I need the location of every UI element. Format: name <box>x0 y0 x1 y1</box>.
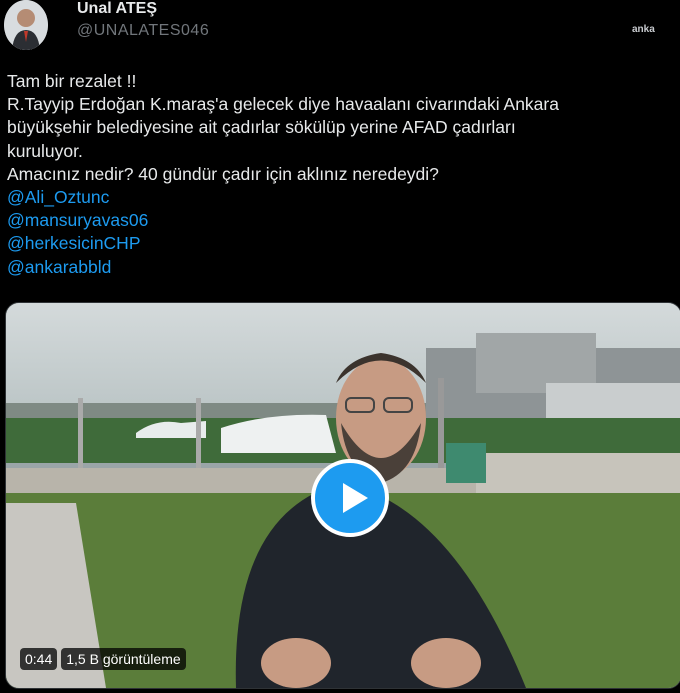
anka-logo: anka <box>632 24 655 35</box>
video-duration: 0:44 <box>20 648 58 670</box>
tweet-text: Tam bir rezalet !! R.Tayyip Erdoğan K.ma… <box>7 70 672 279</box>
play-button[interactable] <box>311 459 389 537</box>
view-count: 1,5 B görüntüleme <box>61 648 186 670</box>
mention-link[interactable]: @Ali_Oztunc <box>7 186 672 209</box>
avatar[interactable] <box>4 0 48 50</box>
video-player[interactable]: 0:44 1,5 B görüntüleme <box>5 302 680 689</box>
author-name[interactable]: Unal ATEŞ <box>77 0 157 18</box>
mention-link[interactable]: @ankarabbld <box>7 256 672 279</box>
tweet-line: Tam bir rezalet !! <box>7 71 137 91</box>
tweet-line: büyükşehir belediyesine ait çadırlar sök… <box>7 117 516 138</box>
mention-link[interactable]: @herkesicinCHP <box>7 232 672 255</box>
tweet-line: R.Tayyip Erdoğan K.maraş'a gelecek diye … <box>7 94 559 115</box>
play-icon <box>343 483 368 513</box>
tweet-line: Amacınız nedir? 40 gündür çadır için akl… <box>7 163 439 184</box>
mention-link[interactable]: @mansuryavas06 <box>7 209 672 232</box>
author-handle[interactable]: @UNALATES046 <box>77 22 209 40</box>
tweet-line: kuruluyor. <box>7 140 83 161</box>
tweet-header: Unal ATEŞ @UNALATES046 anka <box>0 0 680 60</box>
video-badges: 0:44 1,5 B görüntüleme <box>20 648 186 670</box>
